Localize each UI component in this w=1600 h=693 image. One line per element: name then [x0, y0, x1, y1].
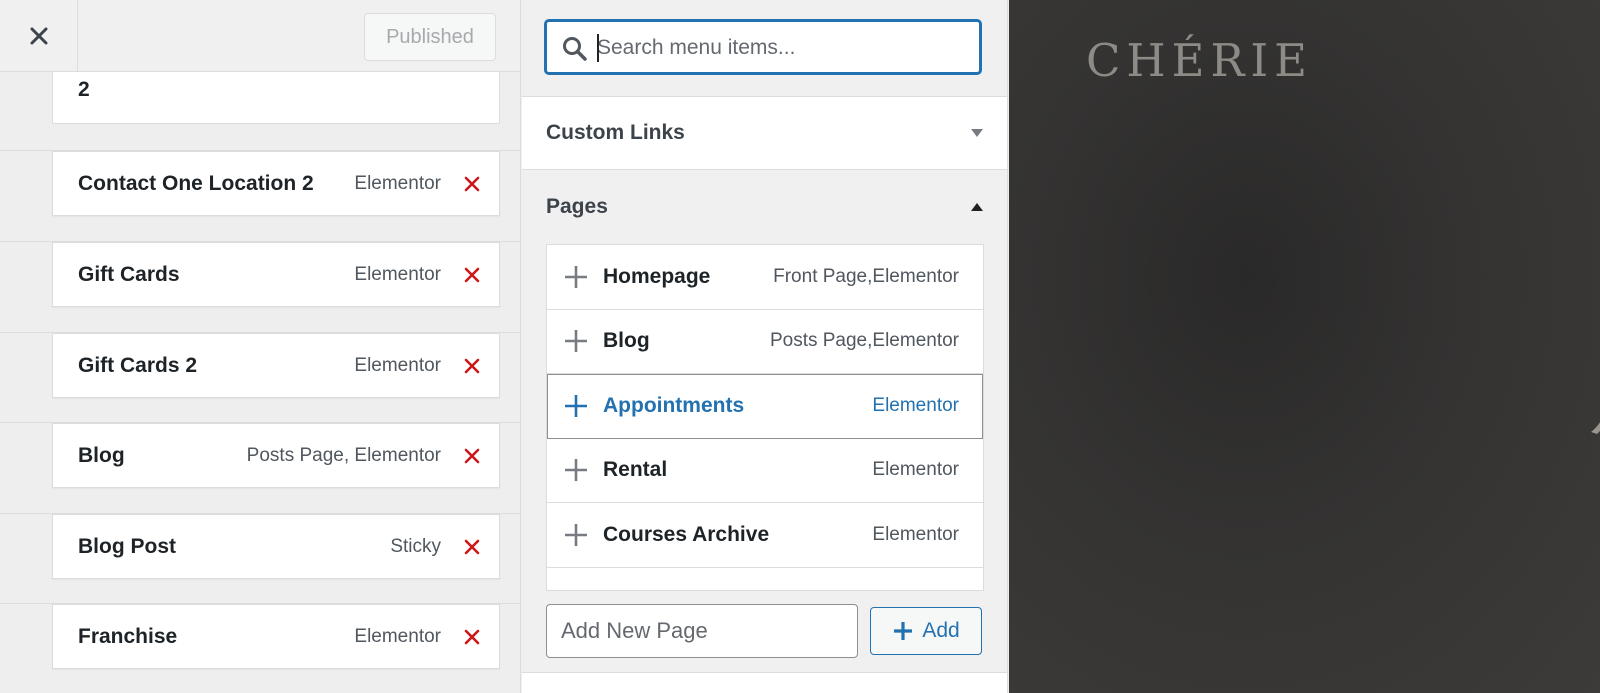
menu-item[interactable]: Contact One Location 2 Elementor	[52, 151, 500, 216]
remove-x-icon[interactable]	[461, 355, 483, 377]
page-list-item[interactable]: Blog Posts Page,Elementor	[547, 310, 983, 374]
add-page-button[interactable]: Add	[870, 607, 982, 655]
plus-icon	[565, 265, 587, 288]
page-type: Elementor	[872, 459, 959, 481]
remove-x-icon[interactable]	[461, 536, 483, 558]
triangle-up-icon	[971, 202, 983, 211]
preview-partial-glyph	[1591, 422, 1600, 434]
published-button[interactable]: Published	[364, 13, 496, 61]
remove-x-icon[interactable]	[461, 626, 483, 648]
menu-item-row: Franchise Elementor	[0, 603, 520, 693]
plus-icon	[565, 394, 587, 417]
customizer-header: Published	[0, 0, 520, 72]
menu-item-title: Blog Post	[78, 534, 176, 558]
page-type: Front Page,Elementor	[773, 265, 959, 287]
menu-item[interactable]: Franchise Elementor	[52, 604, 500, 669]
remove-x-icon[interactable]	[461, 264, 483, 286]
menu-item[interactable]: Blog Posts Page, Elementor	[52, 423, 500, 488]
pages-section-toggle[interactable]: Pages	[522, 170, 1007, 243]
close-icon	[30, 27, 47, 45]
panel-footer-strip	[522, 672, 1007, 693]
add-new-page-row: Add	[546, 604, 986, 658]
text-caret	[597, 34, 599, 62]
menu-item-row: Blog Posts Page, Elementor	[0, 422, 520, 512]
menu-item[interactable]: Blog Post Sticky	[52, 514, 500, 579]
menu-item-type: Elementor	[354, 625, 441, 647]
menu-item-row: Gift Cards 2 Elementor	[0, 332, 520, 422]
menu-item-title: Contact One Location 2	[78, 171, 314, 195]
menu-item-partial[interactable]: 2	[52, 72, 500, 124]
menu-item-type: Sticky	[390, 535, 441, 557]
new-page-input[interactable]	[546, 604, 858, 658]
search-area	[522, 0, 1007, 97]
page-type: Elementor	[872, 394, 959, 416]
remove-x-icon[interactable]	[461, 445, 483, 467]
menu-item-row: Gift Cards Elementor	[0, 241, 520, 331]
menu-item-row: Blog Post Sticky	[0, 513, 520, 603]
plus-icon	[565, 459, 587, 482]
page-list-item[interactable]: Courses Archive Elementor	[547, 503, 983, 568]
menu-item-partial-title: 2	[78, 78, 90, 101]
add-button-label: Add	[922, 619, 960, 642]
menu-item-type: Elementor	[354, 263, 441, 285]
menu-item-title: Franchise	[78, 624, 178, 648]
menu-item-row: Contact One Location 2 Elementor	[0, 150, 520, 240]
site-logo-text[interactable]: CHÉRIE	[1086, 34, 1313, 87]
pages-label: Pages	[546, 194, 608, 218]
close-button[interactable]	[0, 0, 78, 72]
menu-item-type: Posts Page, Elementor	[246, 444, 441, 466]
menu-item-title: Gift Cards	[78, 262, 180, 286]
remove-x-icon[interactable]	[461, 173, 483, 195]
search-icon	[563, 37, 587, 61]
menu-item-type: Elementor	[354, 172, 441, 194]
menu-item-type: Elementor	[354, 354, 441, 376]
plus-icon	[565, 523, 587, 546]
page-title: Blog	[603, 329, 650, 353]
pages-list: Homepage Front Page,Elementor Blog Posts…	[546, 244, 984, 591]
search-box[interactable]	[545, 20, 981, 74]
page-title: Courses Archive	[603, 522, 770, 546]
menu-item-title: Gift Cards 2	[78, 353, 198, 377]
page-list-item[interactable]: Homepage Front Page,Elementor	[547, 245, 983, 310]
page-list-item-hovered[interactable]: Appointments Elementor	[547, 374, 983, 439]
page-title: Appointments	[603, 393, 745, 417]
page-type: Elementor	[872, 523, 959, 545]
site-preview[interactable]: CHÉRIE	[1009, 0, 1600, 693]
page-title: Rental	[603, 458, 668, 482]
page-title: Homepage	[603, 264, 711, 288]
plus-icon	[565, 330, 587, 353]
triangle-down-icon	[971, 129, 983, 137]
page-list-item[interactable]: Rental Elementor	[547, 439, 983, 503]
page-type: Posts Page,Elementor	[769, 330, 959, 352]
menu-item[interactable]: Gift Cards Elementor	[52, 242, 500, 307]
add-menu-items-panel: Custom Links Pages Homepage Front Page,E…	[522, 0, 1008, 693]
custom-links-section-toggle[interactable]: Custom Links	[522, 97, 1007, 170]
custom-links-label: Custom Links	[546, 121, 685, 144]
menu-customizer-panel: 2 Contact One Location 2 Elementor Gift …	[0, 0, 521, 693]
menu-item-title: Blog	[78, 443, 125, 467]
plus-icon	[894, 622, 913, 640]
menu-item[interactable]: Gift Cards 2 Elementor	[52, 333, 500, 398]
search-input[interactable]	[597, 30, 967, 66]
